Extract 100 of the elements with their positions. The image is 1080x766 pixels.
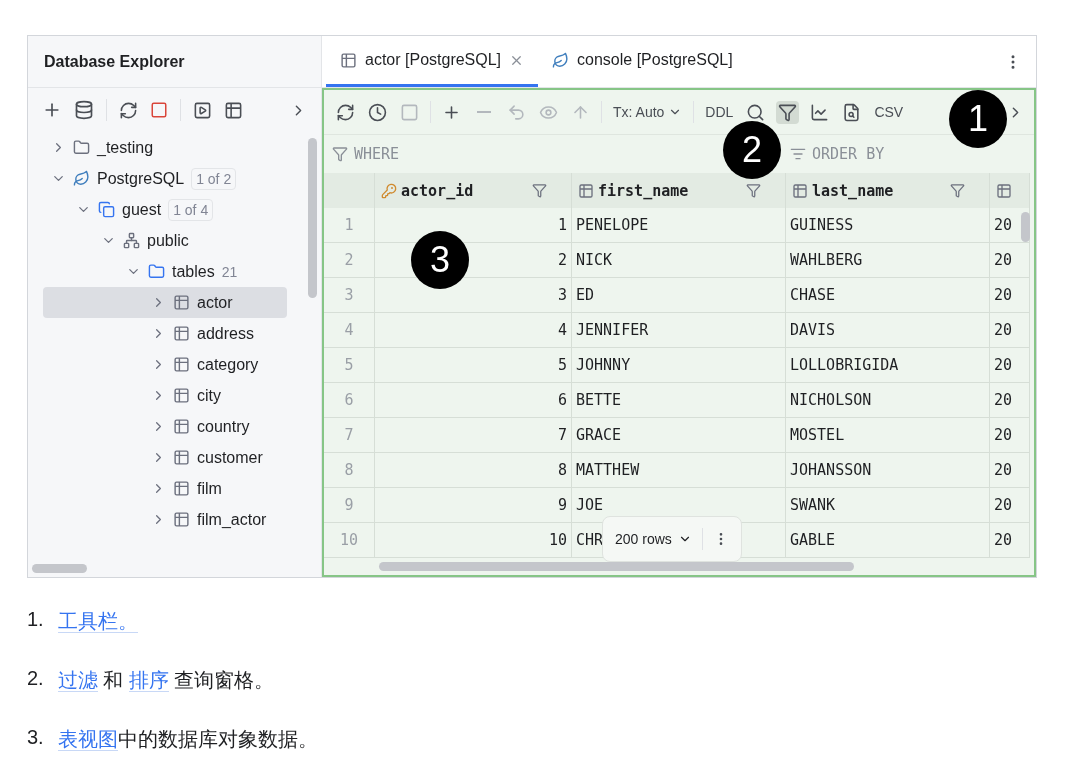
table-cell: BETTE: [572, 383, 786, 418]
tree-item[interactable]: film_actor: [43, 504, 287, 535]
row-number: 8: [324, 453, 375, 488]
table-cell: 20: [990, 243, 1030, 278]
tree-item-label: actor: [197, 293, 233, 312]
table-cell: 10: [375, 523, 572, 558]
count-badge: 1 of 4: [168, 198, 214, 221]
tree-item[interactable]: tables 21: [43, 256, 287, 287]
table-cell: ED: [572, 278, 786, 313]
tree-item-label: film_actor: [197, 510, 267, 529]
tree-item[interactable]: guest 1 of 4: [43, 194, 287, 225]
tree-item[interactable]: actor: [43, 287, 287, 318]
tree-item[interactable]: _testing: [43, 132, 287, 163]
tree-item-label: country: [197, 417, 250, 436]
table-icon: [173, 511, 190, 528]
doc-link[interactable]: 过滤: [57, 669, 98, 692]
tree-item-label: guest: [122, 200, 162, 219]
database-settings-icon[interactable]: [74, 100, 94, 120]
table-cell: CHASE: [786, 278, 990, 313]
schema-icon: [123, 232, 140, 249]
table-icon: [173, 294, 190, 311]
table-cell: 9: [375, 488, 572, 523]
filter-button[interactable]: [776, 100, 800, 124]
tree-item[interactable]: customer: [43, 442, 287, 473]
filter-icon[interactable]: [950, 183, 965, 198]
row-count-dropdown[interactable]: 200 rows: [615, 531, 692, 547]
table-cell: 8: [375, 453, 572, 488]
tab-label: actor [PostgreSQL]: [365, 51, 502, 69]
horizontal-scrollbar[interactable]: [32, 564, 87, 573]
table-cell: LOLLOBRIGIDA: [786, 348, 990, 383]
tree-item[interactable]: PostgreSQL 1 of 2: [43, 163, 287, 194]
tree-item-label: public: [147, 231, 189, 250]
tree-item-label: address: [197, 324, 254, 343]
transaction-dropdown[interactable]: Tx: Auto: [611, 102, 685, 122]
row-number: 10: [324, 523, 375, 558]
minus-icon: [477, 111, 491, 113]
table-cell: 20: [990, 278, 1030, 313]
vertical-scrollbar[interactable]: [1021, 212, 1030, 242]
tree-item[interactable]: public: [43, 225, 287, 256]
key-column-icon: [381, 182, 397, 199]
column-header[interactable]: first_name: [572, 173, 786, 208]
folder-icon: [148, 263, 165, 280]
column-name: actor_id: [401, 181, 474, 200]
table-cell: 20: [990, 313, 1030, 348]
refresh-icon[interactable]: [119, 100, 138, 120]
table-icon[interactable]: [224, 100, 243, 120]
doc-link[interactable]: 表视图: [57, 728, 118, 751]
tree-item[interactable]: address: [43, 318, 287, 349]
refresh-icon: [336, 102, 355, 122]
tree-item[interactable]: film: [43, 473, 287, 504]
table-cell: SWANK: [786, 488, 990, 523]
table-cell: JENNIFER: [572, 313, 786, 348]
table-cell: 20: [990, 348, 1030, 383]
row-number: 7: [324, 418, 375, 453]
database-icon: [98, 201, 115, 218]
table-cell: 7: [375, 418, 572, 453]
tab-label: console [PostgreSQL]: [577, 51, 733, 69]
tree-item[interactable]: category: [43, 349, 287, 380]
search-icon: [746, 102, 766, 122]
horizontal-scrollbar[interactable]: [379, 562, 854, 571]
row-number: 6: [324, 383, 375, 418]
chart-icon: [810, 102, 830, 122]
console-icon[interactable]: [193, 100, 212, 120]
table-cell: DAVIS: [786, 313, 990, 348]
filter-icon[interactable]: [746, 183, 761, 198]
table-icon: [173, 356, 190, 373]
column-icon: [792, 182, 808, 199]
table-cell: GUINESS: [786, 208, 990, 243]
table-icon: [173, 449, 190, 466]
tree-item[interactable]: country: [43, 411, 287, 442]
table-cell: 20: [990, 418, 1030, 453]
toolbar-button[interactable]: DDL: [703, 102, 736, 122]
editor-tab[interactable]: console [PostgreSQL]: [538, 36, 747, 87]
column-header[interactable]: actor_id: [375, 173, 572, 208]
tree-item[interactable]: city: [43, 380, 287, 411]
filter-icon[interactable]: [532, 183, 547, 198]
sort-icon: [790, 146, 806, 162]
column-header[interactable]: [990, 173, 1030, 208]
table-cell: NICK: [572, 243, 786, 278]
tree-item-label: _testing: [97, 138, 154, 157]
column-name: first_name: [598, 181, 689, 200]
row-number: 4: [324, 313, 375, 348]
table-cell: MOSTEL: [786, 418, 990, 453]
column-header[interactable]: last_name: [786, 173, 990, 208]
filter-icon: [332, 146, 348, 162]
table-cell: MATTHEW: [572, 453, 786, 488]
count-badge: 1 of 2: [191, 167, 237, 190]
table-icon: [340, 51, 357, 69]
tree-item-label: tables: [172, 262, 215, 281]
table-cell: 4: [375, 313, 572, 348]
folder-icon: [73, 139, 90, 156]
toolbar-button[interactable]: CSV: [872, 102, 906, 122]
doc-link[interactable]: 排序: [128, 669, 169, 692]
table-cell: 6: [375, 383, 572, 418]
disconnect-icon[interactable]: [150, 101, 168, 119]
list-number: 1.: [27, 608, 44, 632]
vertical-scrollbar[interactable]: [308, 138, 317, 298]
table-cell: PENELOPE: [572, 208, 786, 243]
table-cell: 5: [375, 348, 572, 383]
doc-link[interactable]: 工具栏。: [57, 610, 138, 633]
